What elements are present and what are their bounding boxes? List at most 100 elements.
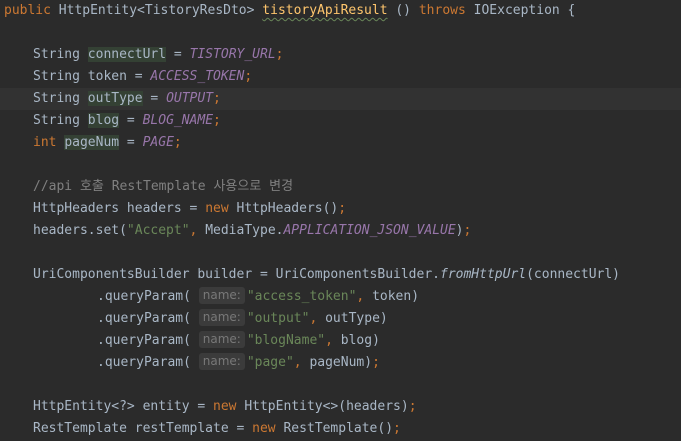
parameter-name-hint: name: [198,331,245,348]
keyword-token: new [252,421,284,436]
code-line-text: String outType = OUTPUT; [33,88,221,110]
code-line-blank2[interactable] [0,154,681,176]
code-line-rest-template[interactable]: RestTemplate restTemplate = new RestTemp… [0,418,681,440]
code-line-decl-blog[interactable]: String blog = BLOG_NAME; [0,110,681,132]
parameter-name-hint: name: [198,287,245,304]
keyword-token: , [325,333,341,348]
code-token: blog) [340,333,380,348]
code-token: UriComponentsBuilder builder = UriCompon… [33,267,440,282]
keyword-token: ; [408,399,417,414]
code-line-text: int pageNum = PAGE; [33,132,182,154]
keyword-token: , [356,289,373,304]
keyword-token: ; [244,69,253,84]
code-line-text: //api 호출 RestTemplate 사용으로 변경 [33,176,293,198]
code-token: ) [455,223,464,238]
code-comment: //api 호출 RestTemplate 사용으로 변경 [33,179,294,194]
code-line-entity[interactable]: HttpEntity<?> entity = new HttpEntity<>(… [0,396,681,418]
parameter-name-hint: name: [198,353,245,370]
code-line-text: .queryParam( name: "access_token", token) [97,286,419,308]
code-token: .queryParam( [97,355,199,370]
constant-token: ACCESS_TOKEN [150,69,245,84]
code-token: pageNum) [309,355,373,370]
static-method-call: fromHttpUrl [440,267,527,282]
code-token: .queryParam( [97,289,199,304]
code-token: = [119,113,143,128]
string-literal: "access_token" [246,289,357,304]
code-token: (connectUrl) [526,267,621,282]
code-line-text: HttpHeaders headers = new HttpHeaders(); [33,198,346,220]
keyword-token: ; [463,223,472,238]
code-token: .queryParam( [97,333,199,348]
method-name: tistoryApiResult [262,3,388,18]
code-line-text: .queryParam( name: "blogName", blog) [97,330,380,352]
variable-usage-highlight: pageNum [64,135,120,150]
code-line-qp-page[interactable]: .queryParam( name: "page", pageNum); [0,352,681,374]
code-line-text: UriComponentsBuilder builder = UriCompon… [33,264,620,286]
code-line-comment[interactable]: //api 호출 RestTemplate 사용으로 변경 [0,176,681,198]
keyword-token: , [189,223,206,238]
keyword-token: ; [338,201,347,216]
keyword-token: , [293,355,310,370]
code-token: String token = [33,69,151,84]
code-line-blank4[interactable] [0,374,681,396]
code-line-text: String token = ACCESS_TOKEN; [33,66,252,88]
code-line-builder[interactable]: UriComponentsBuilder builder = UriCompon… [0,264,681,286]
code-line-decl-outType[interactable]: String outType = OUTPUT; [0,88,681,110]
constant-token: PAGE [142,135,174,150]
code-line-text: headers.set("Accept", MediaType.APPLICAT… [33,220,471,242]
parameter-name-hint: name: [198,309,245,326]
code-line-qp-blogname[interactable]: .queryParam( name: "blogName", blog) [0,330,681,352]
code-line-decl-connectUrl[interactable]: String connectUrl = TISTORY_URL; [0,44,681,66]
keyword-token: ; [173,135,182,150]
code-line-headers-new[interactable]: HttpHeaders headers = new HttpHeaders(); [0,198,681,220]
code-token: .queryParam( [97,311,199,326]
code-line-blank3[interactable] [0,242,681,264]
code-token: MediaType. [205,223,284,238]
code-line-headers-set[interactable]: headers.set("Accept", MediaType.APPLICAT… [0,220,681,242]
code-line-text: .queryParam( name: "output", outType) [97,308,388,330]
constant-token: APPLICATION_JSON_VALUE [283,223,456,238]
code-token: RestTemplate restTemplate = [33,421,253,436]
code-line-decl-pageNum[interactable]: int pageNum = PAGE; [0,132,681,154]
keyword-token: new [205,201,237,216]
code-token: token) [372,289,420,304]
keyword-token: int [33,135,65,150]
keyword-token: public [4,3,51,18]
keyword-token: ; [372,355,380,370]
code-line-text: .queryParam( name: "page", pageNum); [97,352,380,374]
code-token: String [33,113,88,128]
code-line-qp-access-token[interactable]: .queryParam( name: "access_token", token) [0,286,681,308]
keyword-token: new [213,399,245,414]
code-editor[interactable]: public HttpEntity<TistoryResDto> tistory… [0,0,681,441]
string-literal: "output" [246,311,310,326]
code-token: IOException { [465,3,576,18]
code-line-qp-output[interactable]: .queryParam( name: "output", outType) [0,308,681,330]
keyword-token: ; [213,91,221,106]
constant-token: BLOG_NAME [142,113,214,128]
code-line-decl-token[interactable]: String token = ACCESS_TOKEN; [0,66,681,88]
variable-usage-highlight: outType [87,91,143,106]
code-token: outType) [325,311,388,326]
code-token: = [119,135,143,150]
constant-token: OUTPUT [166,91,214,106]
code-line-text: RestTemplate restTemplate = new RestTemp… [33,418,401,440]
code-line-sig[interactable]: public HttpEntity<TistoryResDto> tistory… [0,0,681,22]
code-token: HttpHeaders() [236,201,339,216]
string-literal: "Accept" [126,223,190,238]
code-token: HttpEntity<TistoryResDto> [50,3,263,18]
code-line-text: public HttpEntity<TistoryResDto> tistory… [4,0,575,22]
code-token: String [33,91,88,106]
code-token: HttpEntity<>(headers) [244,399,409,414]
keyword-token: ; [275,47,284,62]
code-token: String [33,47,88,62]
code-line-blank1[interactable] [0,22,681,44]
code-token: = [142,91,167,106]
keyword-token: ; [213,113,221,128]
keyword-token: throws [418,3,466,18]
code-token: RestTemplate() [283,421,394,436]
keyword-token: ; [393,421,401,436]
constant-token: TISTORY_URL [189,47,276,62]
code-line-text: HttpEntity<?> entity = new HttpEntity<>(… [33,396,417,418]
code-line-text: String blog = BLOG_NAME; [33,110,221,132]
code-token: () [387,3,419,18]
